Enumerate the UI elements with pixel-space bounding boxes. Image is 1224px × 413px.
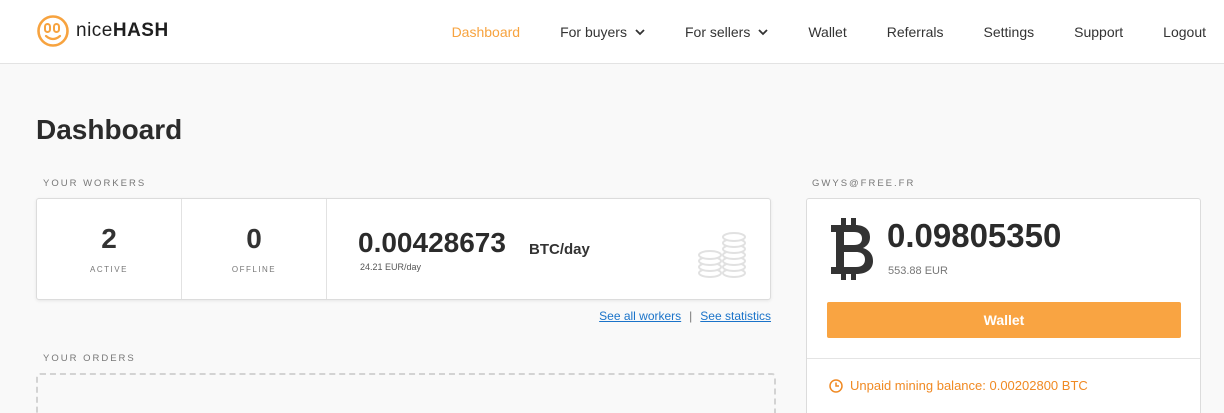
workers-section-label: YOUR WORKERS (43, 178, 147, 189)
nav-dashboard[interactable]: Dashboard (452, 24, 521, 40)
bitcoin-icon (831, 218, 873, 280)
nav-logout[interactable]: Logout (1163, 24, 1206, 40)
logo-text-bold: HASH (112, 20, 169, 41)
see-all-workers-link[interactable]: See all workers (599, 309, 681, 323)
nav-for-sellers-label: For sellers (684, 24, 751, 40)
profitability-unit: BTC/day (529, 241, 590, 258)
workers-links: See all workers | See statistics (599, 309, 771, 323)
nav-for-buyers[interactable]: For buyers (560, 24, 645, 40)
top-navigation-bar: niceHASH Dashboard For buyers For seller… (0, 0, 1224, 64)
nav-settings[interactable]: Settings (984, 24, 1035, 40)
chevron-down-icon (635, 28, 645, 35)
profitability-eur: 24.21 EUR/day (360, 262, 422, 272)
profitability-value: 0.00428673 (358, 227, 506, 258)
unpaid-balance-text: Unpaid mining balance: 0.00202800 BTC (850, 378, 1088, 393)
workers-card: 2 ACTIVE 0 OFFLINE 0.00428673 BTC/day 24… (36, 198, 771, 300)
see-statistics-link[interactable]: See statistics (700, 309, 771, 323)
nav-referrals[interactable]: Referrals (887, 24, 944, 40)
chevron-down-icon (758, 28, 768, 35)
offline-workers-label: OFFLINE (231, 264, 277, 274)
logo-wordmark: niceHASH (76, 20, 169, 42)
clock-icon (829, 378, 843, 393)
nicehash-smiley-icon (37, 15, 69, 47)
nav-wallet[interactable]: Wallet (808, 24, 846, 40)
active-workers-count: 2 (101, 222, 117, 254)
orders-section-label: YOUR ORDERS (43, 353, 136, 364)
page-title: Dashboard (36, 114, 183, 145)
wallet-balance-btc: 0.09805350 (887, 217, 1062, 254)
active-workers-stat[interactable]: 2 ACTIVE (37, 199, 182, 299)
offline-workers-stat[interactable]: 0 OFFLINE (182, 199, 327, 299)
logo-text-light: nice (76, 20, 113, 41)
wallet-divider (807, 358, 1200, 359)
nicehash-logo[interactable]: niceHASH (36, 14, 169, 48)
account-email-label: GWYS@FREE.FR (812, 178, 916, 189)
nav-for-buyers-label: For buyers (560, 24, 627, 40)
main-nav: Dashboard For buyers For sellers Wallet … (452, 0, 1224, 64)
profitability-panel: 0.00428673 BTC/day 24.21 EUR/day (327, 199, 770, 299)
wallet-card: 0.09805350 553.88 EUR Wallet Unpaid mini… (806, 198, 1201, 413)
nav-for-sellers[interactable]: For sellers (685, 24, 768, 40)
wallet-balance-eur: 553.88 EUR (888, 265, 948, 277)
unpaid-balance: Unpaid mining balance: 0.00202800 BTC (829, 378, 1088, 393)
wallet-button[interactable]: Wallet (827, 302, 1181, 338)
offline-workers-count: 0 (246, 222, 262, 254)
nav-support[interactable]: Support (1074, 24, 1123, 40)
active-workers-label: ACTIVE (90, 264, 128, 274)
coins-stack-icon (698, 232, 746, 278)
orders-placeholder (36, 373, 776, 413)
links-separator: | (689, 309, 693, 323)
